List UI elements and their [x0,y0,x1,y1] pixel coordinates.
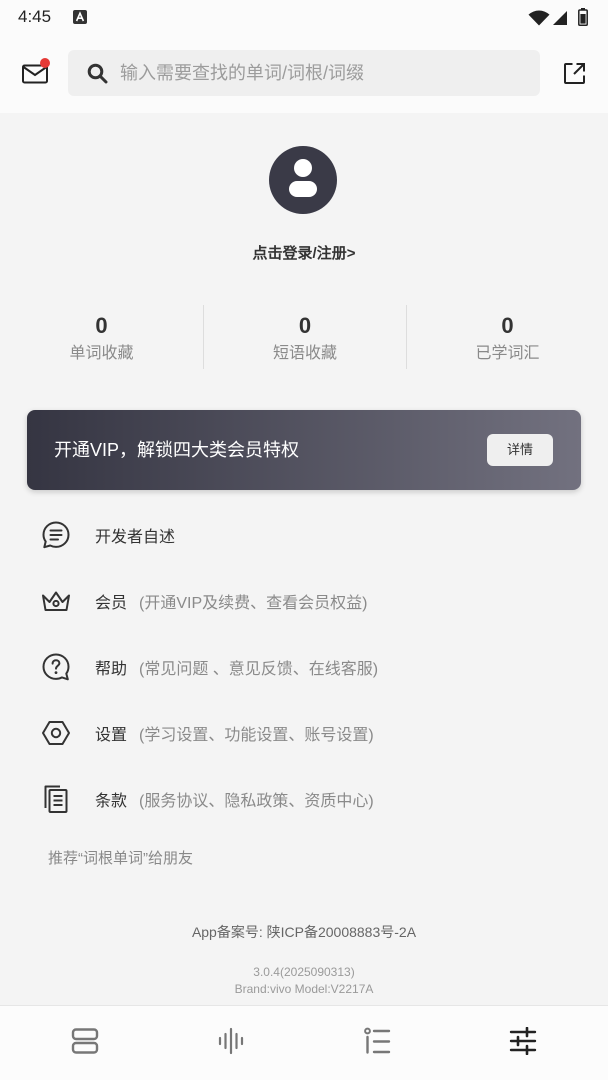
hexagon-settings-icon [40,717,72,749]
message-icon [40,519,72,551]
menu-item-subtitle: (服务协议、隐私政策、资质中心) [139,793,374,810]
menu-item-membership[interactable]: 会员 (开通VIP及续费、查看会员权益) [0,577,608,625]
search-input[interactable] [120,50,530,96]
login-register-link[interactable]: 点击登录/注册> [0,243,608,265]
menu-item-subtitle: (学习设置、功能设置、账号设置) [139,727,374,744]
user-avatar-icon [269,146,337,214]
nav-tab-home[interactable] [12,1006,158,1080]
stat-label: 短语收藏 [272,345,337,362]
menu-item-title: 开发者自述 [95,529,176,546]
menu-item-settings[interactable]: 设置 (学习设置、功能设置、账号设置) [0,709,608,757]
sliders-icon [509,1026,537,1060]
app-version: 3.0.4(2025090313) [253,965,355,979]
header [0,35,608,113]
mail-button[interactable] [18,58,52,89]
stat-value: 0 [501,313,514,338]
help-icon [40,651,72,683]
menu-item-subtitle: (常见问题 、意见反馈、在线客服) [139,661,379,678]
crown-icon [40,585,72,617]
share-button[interactable] [561,60,588,87]
stat-value: 0 [298,313,312,338]
nav-tab-list[interactable] [304,1006,450,1080]
signal-icon [553,11,567,25]
list-icon [363,1027,391,1060]
recommend-to-friends-link[interactable]: 推荐“词根单词”给朋友 [48,849,193,869]
stack-icon [71,1027,99,1060]
stat-phrase-favorites[interactable]: 0 短语收藏 [204,305,406,369]
stat-value: 0 [95,313,108,338]
bottom-nav [0,1005,608,1080]
menu-item-title: 设置 [95,727,128,744]
stat-word-favorites[interactable]: 0 单词收藏 [0,305,203,369]
menu-item-developer-statement[interactable]: 开发者自述 [0,511,608,559]
wifi-icon [528,10,550,26]
avatar[interactable] [269,146,337,214]
document-icon [40,783,72,815]
device-info: Brand:vivo Model:V2217A [234,982,374,996]
vip-banner-text: 开通VIP，解锁四大类会员特权 [54,440,300,460]
vip-banner[interactable]: 开通VIP，解锁四大类会员特权 详情 [27,410,581,490]
stat-label: 已学词汇 [475,345,540,362]
unread-dot [40,58,50,68]
menu-item-subtitle: (开通VIP及续费、查看会员权益) [139,595,368,612]
waveform-icon [217,1027,245,1060]
menu-item-help[interactable]: 帮助 (常见问题 、意见反馈、在线客服) [0,643,608,691]
status-time: 4:45 [18,7,52,26]
status-bar: 4:45 [0,0,608,35]
menu-item-title: 帮助 [95,661,128,678]
external-link-icon [562,61,587,86]
icp-record[interactable]: App备案号: 陕ICP备20008883号-2A [0,922,608,942]
menu-item-title: 条款 [95,793,128,810]
menu-item-terms[interactable]: 条款 (服务协议、隐私政策、资质中心) [0,775,608,823]
battery-icon [578,8,588,26]
stat-learned-words[interactable]: 0 已学词汇 [407,305,608,369]
menu-item-title: 会员 [95,595,128,612]
search-bar[interactable] [68,50,540,96]
nav-tab-listen[interactable] [158,1006,304,1080]
vip-details-button[interactable]: 详情 [487,434,553,466]
app-notification-icon [73,10,87,24]
stat-label: 单词收藏 [69,345,134,362]
nav-tab-settings[interactable] [450,1006,596,1080]
search-icon [87,63,108,84]
